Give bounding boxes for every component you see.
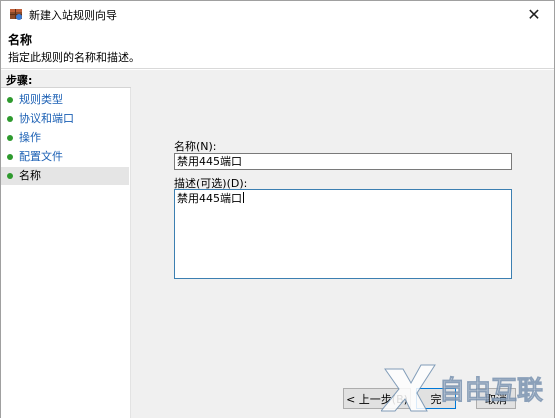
step-name: 名称 bbox=[1, 167, 129, 185]
step-action[interactable]: 操作 bbox=[1, 129, 129, 147]
steps-panel: 步骤: 规则类型 协议和端口 操作 配置文件 名称 bbox=[1, 70, 131, 418]
steps-heading: 步骤: bbox=[1, 70, 131, 88]
firewall-icon bbox=[10, 9, 22, 20]
watermark-logo: 自由互联 bbox=[381, 364, 543, 412]
step-label: 操作 bbox=[19, 131, 41, 144]
wizard-header: 名称 指定此规则的名称和描述。 bbox=[1, 27, 554, 69]
step-label: 协议和端口 bbox=[19, 112, 74, 125]
step-protocol-port[interactable]: 协议和端口 bbox=[1, 110, 129, 128]
green-dot-icon bbox=[7, 97, 13, 103]
step-label: 名称 bbox=[19, 169, 41, 182]
close-button[interactable]: ✕ bbox=[514, 1, 554, 27]
description-textarea[interactable]: 禁用445端口 bbox=[174, 189, 512, 279]
green-dot-icon bbox=[7, 135, 13, 141]
step-label: 配置文件 bbox=[19, 150, 63, 163]
green-dot-icon bbox=[7, 116, 13, 122]
title-bar: 新建入站规则向导 ✕ bbox=[1, 1, 554, 27]
name-input[interactable]: 禁用445端口 bbox=[174, 153, 512, 170]
step-profile[interactable]: 配置文件 bbox=[1, 148, 129, 166]
svg-text:自由互联: 自由互联 bbox=[439, 375, 543, 406]
text-caret bbox=[243, 192, 244, 203]
wizard-window: 新建入站规则向导 ✕ 名称 指定此规则的名称和描述。 步骤: 规则类型 协议和端… bbox=[0, 0, 555, 418]
step-label: 规则类型 bbox=[19, 93, 63, 106]
step-rule-type[interactable]: 规则类型 bbox=[1, 91, 129, 109]
name-label: 名称(N): bbox=[174, 140, 217, 153]
page-title: 名称 bbox=[8, 33, 33, 47]
green-dot-icon bbox=[7, 154, 13, 160]
window-title: 新建入站规则向导 bbox=[29, 9, 117, 22]
green-dot-icon bbox=[7, 173, 13, 179]
page-description: 指定此规则的名称和描述。 bbox=[8, 51, 140, 64]
close-icon: ✕ bbox=[527, 4, 541, 24]
description-text: 禁用445端口 bbox=[177, 192, 242, 205]
